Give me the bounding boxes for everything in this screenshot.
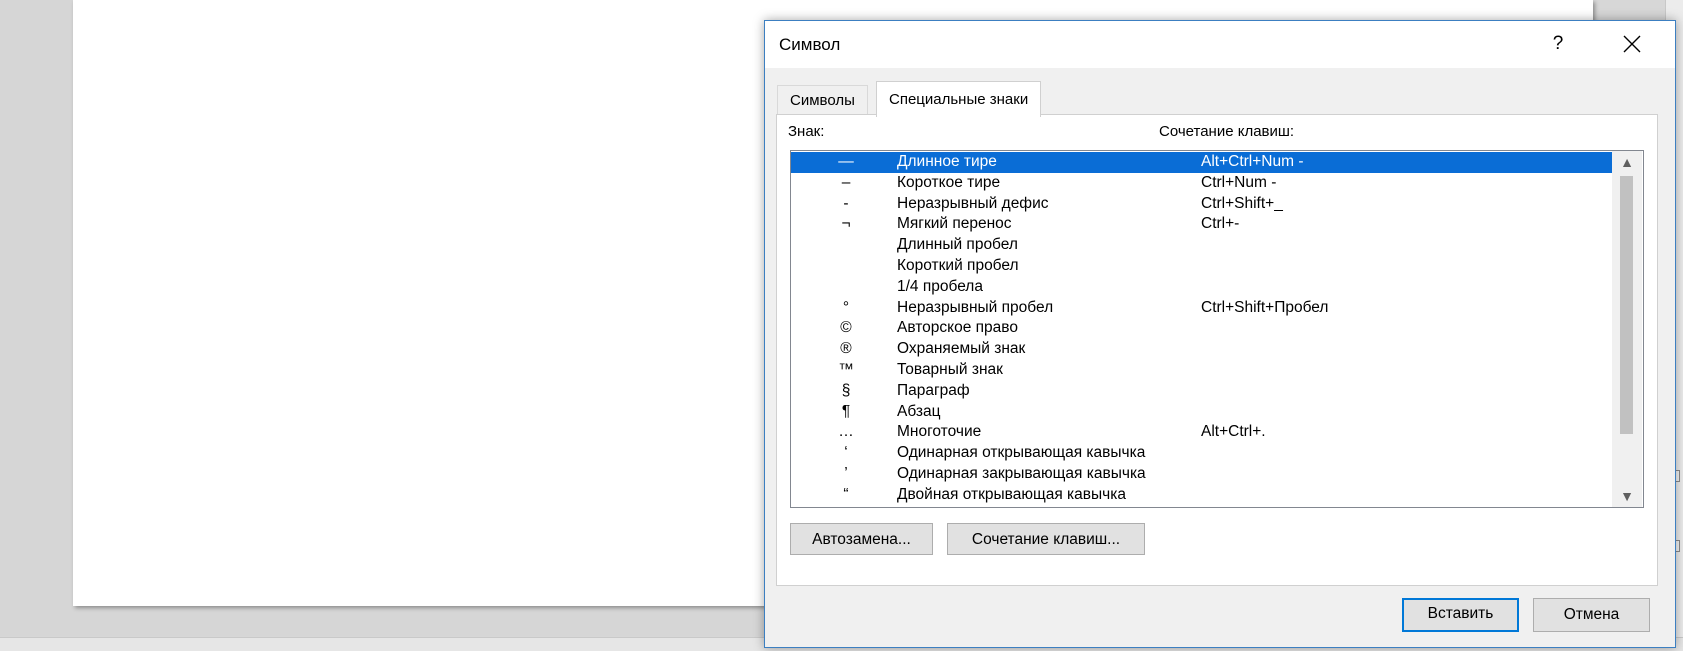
list-item[interactable]: – Короткое тире Ctrl+Num -	[791, 173, 1613, 194]
symbol-cell: –	[841, 173, 851, 191]
special-characters-panel: Знак: Сочетание клавиш: — Длинное тире Alt…	[776, 114, 1658, 586]
name-cell: Двойная открывающая кавычка	[897, 485, 1126, 503]
list-item[interactable]: Короткий пробел	[791, 256, 1613, 277]
shortcut-cell: Ctrl+Shift+Пробел	[1201, 298, 1329, 316]
insert-button[interactable]: Вставить	[1402, 598, 1519, 632]
symbol-cell: §	[841, 381, 851, 399]
symbol-dialog: Символ ? Символы Специальные знаки Знак:…	[764, 20, 1676, 648]
list-item[interactable]: 1/4 пробела	[791, 277, 1613, 298]
list-item[interactable]: - Неразрывный дефис Ctrl+Shift+_	[791, 194, 1613, 215]
special-characters-list[interactable]: — Длинное тире Alt+Ctrl+Num - – Короткое тир…	[790, 150, 1644, 508]
symbol-cell: ¬	[841, 215, 851, 233]
list-item[interactable]: © Авторское право	[791, 318, 1613, 339]
shortcut-cell: Alt+Ctrl+.	[1201, 423, 1266, 441]
tab-special-characters[interactable]: Специальные знаки	[876, 81, 1042, 117]
autocorrect-button[interactable]: Автозамена...	[790, 523, 933, 555]
list-item[interactable]: ‘ Одинарная открывающая кавычка	[791, 443, 1613, 464]
name-cell: Короткое тире	[897, 173, 1001, 191]
name-cell: Длинное тире	[897, 153, 997, 170]
symbol-cell: ‘	[844, 444, 848, 462]
list-item[interactable]: Длинный пробел	[791, 235, 1613, 256]
list-item[interactable]: ™ Товарный знак	[791, 360, 1613, 381]
symbol-cell: ’	[844, 464, 848, 482]
symbol-cell: ©	[840, 319, 852, 337]
name-cell: Неразрывный дефис	[897, 194, 1049, 212]
shortcut-cell: Ctrl+Shift+_	[1201, 194, 1283, 212]
symbol-cell: ¶	[841, 402, 851, 420]
symbol-cell: -	[843, 194, 849, 212]
list-item[interactable]: “ Двойная открывающая кавычка	[791, 485, 1613, 506]
symbol-cell: “	[843, 485, 849, 503]
list-item[interactable]: ’ Одинарная закрывающая кавычка	[791, 464, 1613, 485]
dialog-title: Символ	[779, 35, 841, 54]
symbol-cell: °	[842, 298, 850, 316]
shortcut-cell: Alt+Ctrl+Num -	[1201, 153, 1304, 170]
name-cell: Многоточие	[897, 423, 982, 441]
name-cell: Мягкий перенос	[897, 215, 1012, 233]
sign-column-header: Знак:	[788, 123, 825, 140]
shortcut-column-header: Сочетание клавиш:	[1159, 123, 1295, 140]
name-cell: Абзац	[897, 402, 941, 420]
list-item[interactable]: ° Неразрывный пробел Ctrl+Shift+Пробел	[791, 298, 1613, 319]
list-item[interactable]: — Длинное тире Alt+Ctrl+Num -	[791, 152, 1613, 173]
tab-symbols[interactable]: Символы	[777, 85, 868, 116]
name-cell: Товарный знак	[897, 360, 1003, 378]
name-cell: Авторское право	[897, 319, 1018, 337]
list-scrollbar[interactable]: ▲ ▼	[1612, 151, 1642, 507]
symbol-cell: …	[838, 423, 854, 441]
scroll-thumb[interactable]	[1620, 176, 1633, 434]
shortcut-cell: Ctrl+Num -	[1201, 173, 1277, 191]
name-cell: Охраняемый знак	[897, 340, 1026, 358]
dialog-titlebar[interactable]: Символ ?	[765, 21, 1675, 68]
symbol-cell: —	[838, 153, 854, 170]
name-cell: 1/4 пробела	[897, 277, 983, 295]
name-cell: Длинный пробел	[897, 236, 1018, 254]
name-cell: Одинарная закрывающая кавычка	[897, 464, 1146, 482]
name-cell: Короткий пробел	[897, 256, 1019, 274]
list-rows: — Длинное тире Alt+Ctrl+Num - – Короткое тир…	[791, 152, 1613, 506]
name-cell: Неразрывный пробел	[897, 298, 1054, 316]
symbol-cell: ®	[840, 340, 852, 358]
close-icon[interactable]	[1615, 27, 1649, 61]
shortcut-cell: Ctrl+-	[1201, 215, 1240, 233]
name-cell: Параграф	[897, 381, 970, 399]
list-item[interactable]: ® Охраняемый знак	[791, 339, 1613, 360]
name-cell: Одинарная открывающая кавычка	[897, 444, 1146, 462]
scroll-up-icon[interactable]: ▲	[1612, 151, 1642, 173]
cancel-button[interactable]: Отмена	[1533, 598, 1650, 632]
symbol-cell: ™	[838, 360, 854, 378]
list-item[interactable]: ¬ Мягкий перенос Ctrl+-	[791, 214, 1613, 235]
list-item[interactable]: § Параграф	[791, 381, 1613, 402]
help-button[interactable]: ?	[1543, 29, 1573, 59]
list-item[interactable]: … Многоточие Alt+Ctrl+.	[791, 422, 1613, 443]
list-item[interactable]: ¶ Абзац	[791, 402, 1613, 423]
scroll-down-icon[interactable]: ▼	[1612, 485, 1642, 507]
shortcut-key-button[interactable]: Сочетание клавиш...	[947, 523, 1145, 555]
